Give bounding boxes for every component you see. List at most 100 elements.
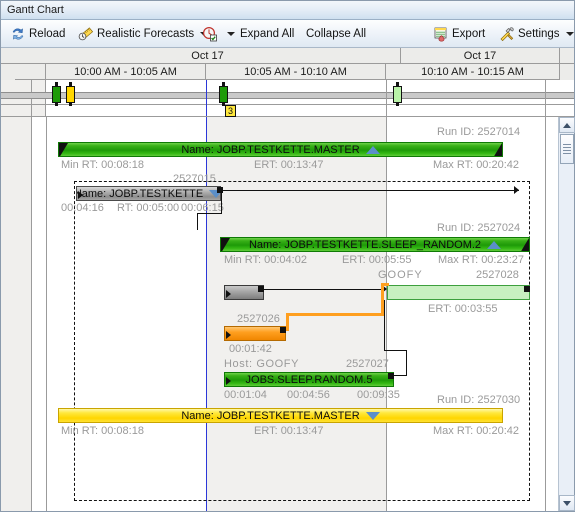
window-title: Gantt Chart [7, 4, 64, 16]
export-label: Export [452, 27, 486, 40]
settings-label: Settings [518, 27, 560, 40]
row-6-bar[interactable]: Name: JOBP.TESTKETTE.MASTER [58, 408, 503, 423]
connector-v-down [384, 300, 385, 350]
marker-yellow-1[interactable] [66, 86, 75, 103]
row-2-run-id: Run ID: 2527024 [437, 222, 521, 234]
row-2-bar[interactable]: Name: JOBP.TESTKETTE.SLEEP_RANDOM.2 [220, 237, 530, 252]
scroll-up-arrow [563, 122, 571, 128]
reload-icon [10, 26, 26, 42]
scroll-up-button[interactable] [559, 117, 575, 133]
filter-clock-icon [202, 26, 218, 42]
connector-row1-arrow [514, 186, 519, 194]
row-2-expander-icon[interactable] [487, 240, 502, 249]
row-2-max-rt: Max RT: 00:23:27 [438, 254, 525, 266]
row-6-expander-icon[interactable] [365, 411, 380, 420]
row-4-duration: 00:01:42 [229, 343, 272, 355]
settings-tools-icon [499, 26, 515, 42]
row-3-ert: ERT: 00:03:55 [428, 303, 498, 315]
slot-spacer-right [560, 64, 574, 80]
orange-connector-h1 [286, 313, 384, 316]
row-0-run-id: Run ID: 2527014 [437, 126, 521, 138]
vertical-scrollbar[interactable] [558, 117, 575, 511]
row-4-ptr [226, 331, 231, 339]
row-3-end-handle[interactable] [524, 286, 530, 292]
export-button[interactable]: Export [430, 23, 488, 44]
timescale-header: Oct 17 Oct 17 10:00 AM - 10:05 AM 10:05 … [1, 48, 574, 126]
settings-button[interactable]: Settings [496, 23, 575, 44]
marker-rail [1, 92, 574, 99]
row-1-t-start: 00:04:16 [61, 202, 104, 214]
toolbar: Reload Realistic Forecasts Expand All Co… [1, 20, 574, 48]
grid-line-0 [46, 117, 47, 511]
row-0-min-rt: Min RT: 00:08:18 [61, 159, 144, 171]
gantt-chart-window: Gantt Chart Reload Realistic Forecasts E… [0, 0, 575, 512]
row-6-min-rt: Min RT: 00:08:18 [61, 425, 144, 437]
row-0-cap-left [59, 143, 68, 156]
reload-button[interactable]: Reload [7, 23, 68, 44]
connector-row1-down [221, 190, 222, 214]
connector-h-left [394, 375, 407, 376]
row-3-bar[interactable] [387, 285, 530, 300]
row-5-bar-label: JOBS.SLEEP.RANDOM.5 [245, 373, 373, 386]
slot-cell-1[interactable]: 10:05 AM - 10:10 AM [206, 64, 386, 80]
thumb-grip-2 [563, 147, 571, 148]
row-0-bar[interactable]: Name: JOBP.TESTKETTE.MASTER [58, 142, 503, 157]
row-3-host: GOOFY [378, 269, 423, 281]
connector-h-right [384, 350, 407, 351]
row-4-bar[interactable] [224, 326, 286, 341]
marker-lightgreen-3[interactable] [393, 86, 402, 103]
forecast-ruler-icon [78, 26, 94, 42]
expand-all-label: Expand All [240, 27, 295, 40]
collapse-all-button[interactable]: Collapse All [303, 23, 369, 44]
row-2-cap-right [520, 238, 529, 251]
scroll-down-button[interactable] [559, 495, 575, 511]
connector-row1-down2 [197, 213, 198, 230]
timescale-corner-right [560, 48, 574, 64]
marker-count-badge[interactable]: 3 [225, 105, 236, 117]
row-1-bar[interactable]: Name: JOBP.TESTKETTE [76, 186, 221, 201]
export-icon [433, 26, 449, 42]
slot-spacer-left [1, 64, 15, 80]
slot-cell-2[interactable]: 10:10 AM - 10:15 AM [386, 64, 560, 80]
chevron-down-icon-filter[interactable] [227, 31, 235, 36]
connector-stub-to-goofy [264, 289, 384, 290]
slot-label-1: 10:05 AM - 10:10 AM [244, 65, 347, 78]
chevron-down-icon-settings[interactable] [565, 31, 574, 36]
gantt-canvas: Run ID: 2527014 Name: JOBP.TESTKETTE.MAS… [1, 117, 574, 511]
marker-band-divider [1, 104, 574, 105]
slot-label-0: 10:00 AM - 10:05 AM [74, 65, 177, 78]
row-0-max-rt: Max RT: 00:20:42 [433, 159, 520, 171]
row-6-run-id: Run ID: 2527030 [437, 394, 521, 406]
orange-connector-h2 [381, 283, 389, 286]
row-5-ptr [226, 377, 231, 385]
marker-green-2[interactable] [219, 86, 228, 103]
row-0-expander-icon[interactable] [365, 145, 380, 154]
filter-button[interactable] [199, 23, 238, 44]
grid-line-3 [545, 117, 546, 511]
day-label-1: Oct 17 [463, 49, 497, 62]
row-6-max-rt: Max RT: 00:20:42 [433, 425, 520, 437]
row-2-min-rt: Min RT: 00:04:02 [224, 254, 307, 266]
slot-label-2: 10:10 AM - 10:15 AM [421, 65, 524, 78]
row-2-cap-left [221, 238, 230, 251]
grid-line-band-3 [545, 80, 546, 116]
realistic-forecasts-label: Realistic Forecasts [97, 27, 195, 40]
connector-row1-right [221, 190, 519, 191]
timescale-corner-left [1, 48, 15, 64]
scroll-down-arrow [563, 500, 571, 506]
row-3-stub-ptr [226, 290, 231, 298]
grid-line-band-2 [386, 80, 387, 116]
row-5-t-end: 00:09:35 [357, 389, 400, 401]
row-2-ert: ERT: 00:05:55 [342, 254, 412, 266]
now-line-band [206, 80, 207, 116]
row-1-bar-label: Name: JOBP.TESTKETTE [76, 187, 204, 200]
row-1-ptr [78, 191, 83, 199]
slot-cell-0[interactable]: 10:00 AM - 10:05 AM [46, 64, 206, 80]
expand-all-button[interactable]: Expand All [237, 23, 297, 44]
realistic-forecasts-button[interactable]: Realistic Forecasts [75, 23, 211, 44]
slot-gutter-cell [15, 64, 46, 80]
row-5-bar[interactable]: JOBS.SLEEP.RANDOM.5 [224, 372, 394, 387]
vertical-scrollbar-thumb[interactable] [560, 134, 574, 164]
row-5-end-handle[interactable] [388, 373, 394, 379]
marker-green-1[interactable] [52, 86, 61, 103]
